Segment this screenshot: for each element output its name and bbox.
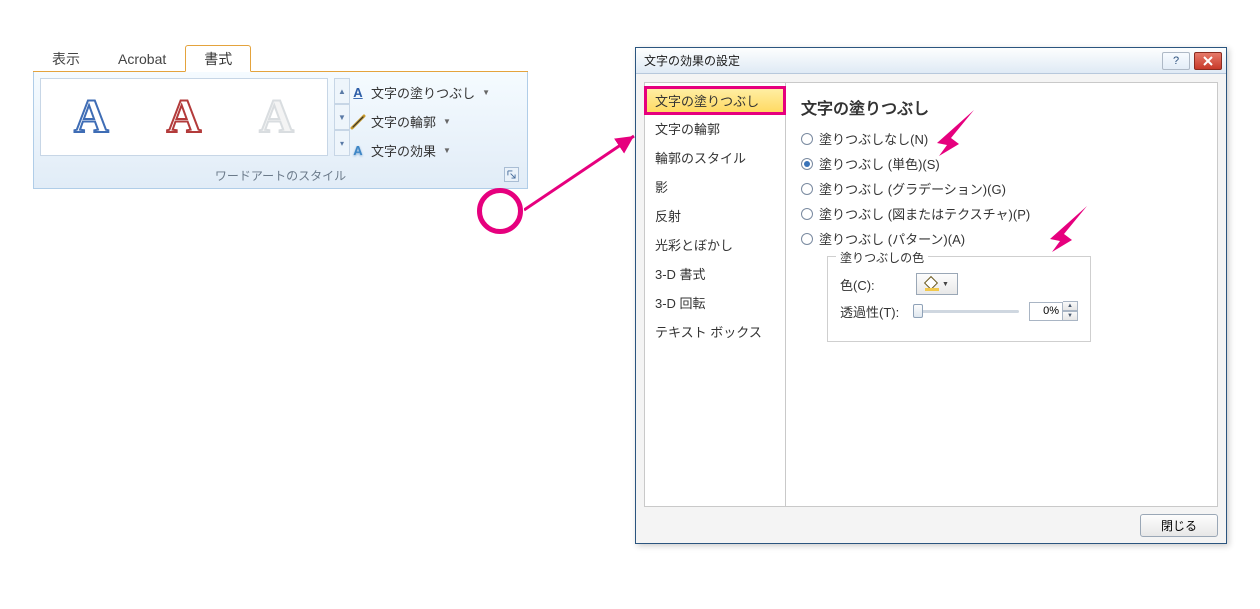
gallery-down-button[interactable]: ▼ — [334, 104, 350, 130]
color-label: 色(C): — [840, 275, 906, 294]
sidebar-item-shadow[interactable]: 影 — [645, 172, 785, 201]
color-picker-button[interactable]: ▼ — [916, 273, 958, 295]
chevron-down-icon: ▼ — [443, 146, 451, 155]
text-effects-dialog: 文字の効果の設定 ? 文字の塗りつぶし 文字の輪郭 輪郭のスタイル 影 反射 光… — [635, 47, 1227, 544]
tab-acrobat[interactable]: Acrobat — [99, 45, 185, 72]
sidebar-item-3d-format[interactable]: 3-D 書式 — [645, 259, 785, 288]
tab-view[interactable]: 表示 — [33, 45, 99, 72]
ribbon-group-wordart: A A A ▲ ▼ ▾ A 文字の塗りつぶし ▼ 文字の輪郭 ▼ A — [33, 72, 528, 189]
fill-color-fieldset: 塗りつぶしの色 色(C): ▼ 透過性(T): — [827, 256, 1091, 342]
text-fill-icon: A — [350, 85, 366, 101]
radio-gradient-fill[interactable]: 塗りつぶし (グラデーション)(G) — [801, 179, 1202, 198]
paint-bucket-icon — [925, 277, 939, 291]
dialog-launcher[interactable] — [504, 167, 519, 182]
radio-icon — [801, 158, 813, 170]
radio-label: 塗りつぶし (図またはテクスチャ)(P) — [819, 204, 1030, 223]
radio-icon — [801, 183, 813, 195]
dialog-footer: 閉じる — [1140, 514, 1218, 537]
text-outline-icon — [350, 114, 366, 130]
transparency-input[interactable] — [1029, 302, 1063, 321]
ribbon-tab-strip: 表示 Acrobat 書式 — [33, 44, 528, 72]
wordart-style-preview[interactable]: A — [259, 93, 294, 141]
annotation-circle — [477, 188, 523, 234]
close-dialog-button[interactable]: 閉じる — [1140, 514, 1218, 537]
color-row: 色(C): ▼ — [840, 273, 1078, 295]
text-fill-button[interactable]: A 文字の塗りつぶし ▼ — [350, 83, 521, 102]
chevron-down-icon: ▼ — [482, 88, 490, 97]
dialog-sidebar: 文字の塗りつぶし 文字の輪郭 輪郭のスタイル 影 反射 光彩とぼかし 3-D 書… — [644, 82, 786, 507]
transparency-slider[interactable] — [913, 303, 1019, 319]
gallery-more-button[interactable]: ▾ — [334, 130, 350, 156]
spinner-up-button[interactable]: ▲ — [1063, 301, 1078, 311]
gallery-scroll: ▲ ▼ ▾ — [334, 78, 350, 156]
dialog-titlebar[interactable]: 文字の効果の設定 ? — [636, 48, 1226, 74]
radio-picture-fill[interactable]: 塗りつぶし (図またはテクスチャ)(P) — [801, 204, 1202, 223]
sidebar-item-fill[interactable]: 文字の塗りつぶし — [644, 86, 786, 115]
radio-label: 塗りつぶし (グラデーション)(G) — [819, 179, 1006, 198]
panel-heading: 文字の塗りつぶし — [801, 95, 1202, 119]
slider-thumb[interactable] — [913, 304, 923, 318]
transparency-row: 透過性(T): ▲ ▼ — [840, 301, 1078, 321]
radio-label: 塗りつぶしなし(N) — [819, 129, 928, 148]
transparency-label: 透過性(T): — [840, 302, 903, 321]
radio-solid-fill[interactable]: 塗りつぶし (単色)(S) — [801, 154, 1202, 173]
fieldset-legend: 塗りつぶしの色 — [836, 249, 928, 266]
radio-label: 塗りつぶし (単色)(S) — [819, 154, 940, 173]
transparency-spinner: ▲ ▼ — [1029, 301, 1078, 321]
radio-pattern-fill[interactable]: 塗りつぶし (パターン)(A) — [801, 229, 1202, 248]
text-outline-button[interactable]: 文字の輪郭 ▼ — [350, 112, 521, 131]
dialog-main-panel: 文字の塗りつぶし 塗りつぶしなし(N) 塗りつぶし (単色)(S) 塗りつぶし … — [786, 82, 1218, 507]
sidebar-item-outline[interactable]: 文字の輪郭 — [645, 114, 785, 143]
sidebar-item-glow[interactable]: 光彩とぼかし — [645, 230, 785, 259]
slider-track — [913, 310, 1019, 313]
radio-no-fill[interactable]: 塗りつぶしなし(N) — [801, 129, 1202, 148]
text-fill-label: 文字の塗りつぶし — [371, 83, 475, 102]
radio-icon — [801, 133, 813, 145]
chevron-down-icon: ▼ — [942, 281, 949, 288]
sidebar-item-textbox[interactable]: テキスト ボックス — [645, 317, 785, 346]
dialog-body: 文字の塗りつぶし 文字の輪郭 輪郭のスタイル 影 反射 光彩とぼかし 3-D 書… — [644, 82, 1218, 507]
wordart-style-preview[interactable]: A — [167, 93, 202, 141]
close-button[interactable] — [1194, 52, 1222, 70]
chevron-down-icon: ▼ — [443, 117, 451, 126]
gallery-up-button[interactable]: ▲ — [334, 78, 350, 104]
radio-icon — [801, 233, 813, 245]
sidebar-item-outline-style[interactable]: 輪郭のスタイル — [645, 143, 785, 172]
radio-label: 塗りつぶし (パターン)(A) — [819, 229, 965, 248]
text-effects-button[interactable]: A 文字の効果 ▼ — [350, 141, 521, 160]
spinner-down-button[interactable]: ▼ — [1063, 311, 1078, 321]
text-outline-label: 文字の輪郭 — [371, 112, 436, 131]
sidebar-item-reflection[interactable]: 反射 — [645, 201, 785, 230]
text-effects-icon: A — [350, 143, 366, 159]
text-effects-label: 文字の効果 — [371, 141, 436, 160]
ribbon: 表示 Acrobat 書式 A A A ▲ ▼ ▾ A 文字の塗りつぶし ▼ 文… — [33, 44, 528, 189]
wordart-style-gallery[interactable]: A A A — [40, 78, 328, 156]
group-label: ワードアートのスタイル — [34, 167, 527, 184]
annotation-arrow — [524, 134, 644, 224]
help-button[interactable]: ? — [1162, 52, 1190, 70]
wordart-style-preview[interactable]: A — [74, 93, 109, 141]
tab-format[interactable]: 書式 — [185, 45, 251, 72]
radio-icon — [801, 208, 813, 220]
dialog-title: 文字の効果の設定 — [644, 52, 1158, 69]
sidebar-item-3d-rotation[interactable]: 3-D 回転 — [645, 288, 785, 317]
